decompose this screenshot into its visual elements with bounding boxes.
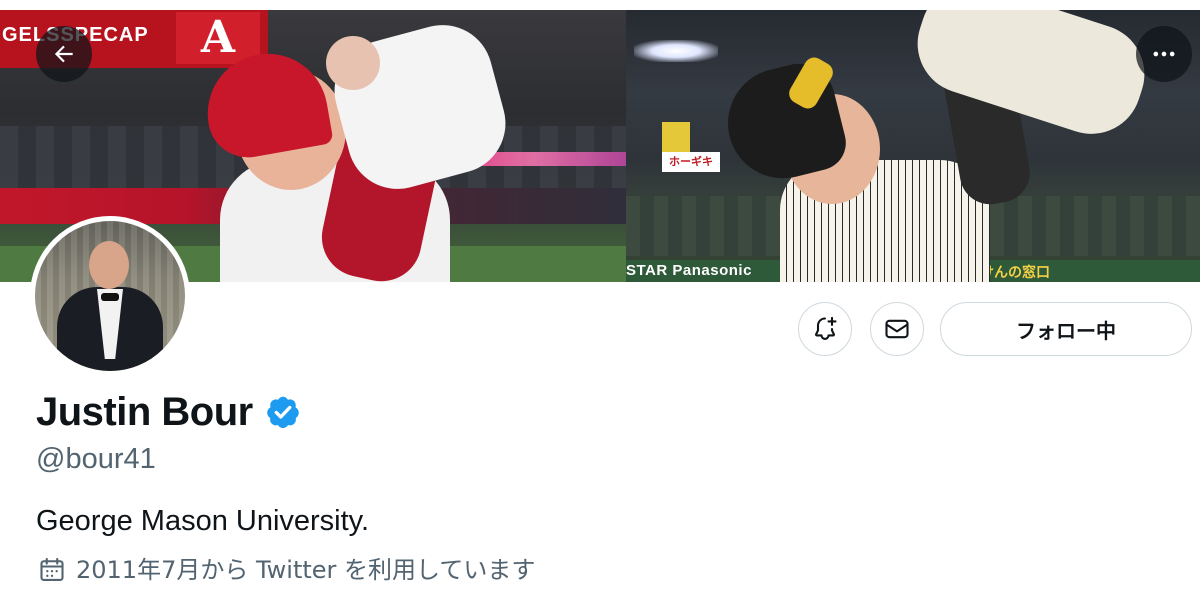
baby-figure <box>904 10 1158 147</box>
more-options-button[interactable] <box>1136 26 1192 82</box>
stadium-light <box>634 40 718 62</box>
joined-date-row: 2011年7月から Twitter を利用しています <box>38 555 535 585</box>
message-button[interactable] <box>870 302 924 356</box>
following-button[interactable]: フォロー中 <box>940 302 1192 356</box>
avatar-bowtie <box>101 293 119 301</box>
baby-head <box>326 36 380 90</box>
calendar-icon <box>40 557 64 581</box>
envelope-icon <box>885 319 909 339</box>
bell-plus-icon <box>815 316 837 340</box>
profile-bio: George Mason University. <box>36 505 370 537</box>
avatar[interactable] <box>30 216 190 376</box>
avatar-head <box>89 241 129 289</box>
verified-badge-icon[interactable] <box>265 394 301 430</box>
stadium-board: ホーギキ <box>662 152 720 172</box>
user-handle: @bour41 <box>36 443 156 475</box>
joined-date-text: 2011年7月から Twitter を利用しています <box>76 556 536 584</box>
name-row: Justin Bour <box>36 388 301 436</box>
display-name: Justin Bour <box>36 390 253 434</box>
ad-strip-text: STAR Panasonic <box>626 262 752 279</box>
back-arrow-icon <box>54 45 73 63</box>
more-dots-icon <box>1153 51 1175 57</box>
back-button[interactable] <box>36 26 92 82</box>
notifications-button[interactable] <box>798 302 852 356</box>
banner-photo-right: ホーギキ STAR Panasonic ほけんの窓口 <box>626 10 1200 282</box>
